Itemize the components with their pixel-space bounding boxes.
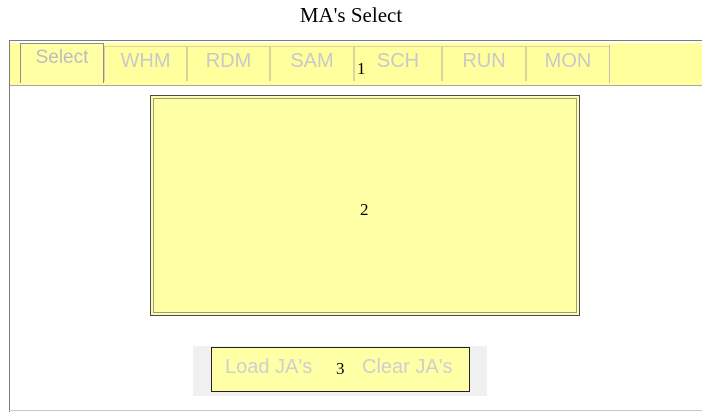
annotation-marker-3: 3 bbox=[336, 359, 345, 378]
window-title: MA's Select bbox=[299, 3, 403, 27]
tab-sam[interactable]: SAM bbox=[270, 46, 354, 81]
tab-sch[interactable]: SCH bbox=[354, 46, 442, 81]
tab-run[interactable]: RUN bbox=[442, 46, 526, 81]
tab-strip-end bbox=[609, 45, 610, 83]
tab-whm[interactable]: WHM bbox=[104, 46, 187, 81]
tab-select[interactable]: Select bbox=[20, 43, 104, 83]
tab-mon[interactable]: MON bbox=[526, 46, 610, 81]
annotation-marker-1: 1 bbox=[357, 59, 366, 78]
tab-rdm[interactable]: RDM bbox=[187, 46, 270, 81]
load-jas-button[interactable]: Load JA's bbox=[225, 356, 312, 379]
clear-jas-button[interactable]: Clear JA's bbox=[362, 356, 453, 379]
frame-bottom-edge bbox=[9, 410, 702, 411]
annotation-marker-2: 2 bbox=[360, 200, 369, 219]
